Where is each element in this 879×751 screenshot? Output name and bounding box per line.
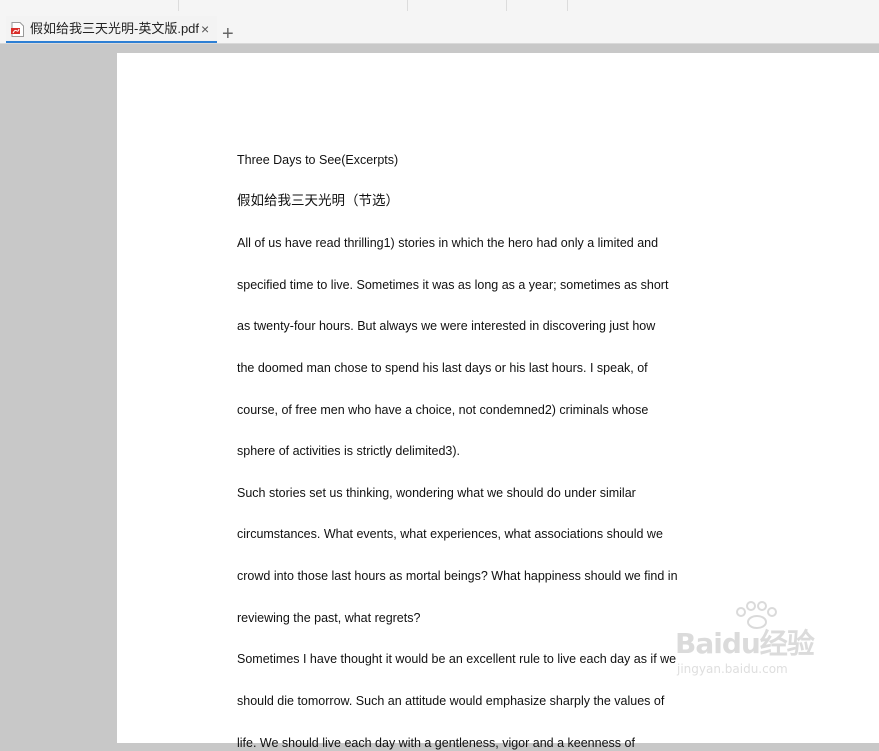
toolbar-divider (178, 0, 179, 11)
text-line: Such stories set us thinking, wondering … (237, 486, 636, 500)
close-tab-icon[interactable]: × (201, 20, 209, 38)
text-line: should die tomorrow. Such an attitude wo… (237, 694, 665, 708)
tab-bar: 假如给我三天光明-英文版.pdf × + (0, 11, 879, 44)
pdf-file-icon (11, 22, 24, 37)
text-line: as twenty-four hours. But always we were… (237, 319, 656, 333)
top-strip (0, 0, 879, 11)
text-line: crowd into those last hours as mortal be… (237, 569, 678, 583)
toolbar-divider (407, 0, 408, 11)
document-tab[interactable]: 假如给我三天光明-英文版.pdf × (6, 16, 217, 43)
text-line: course, of free men who have a choice, n… (237, 403, 649, 417)
text-line: reviewing the past, what regrets? (237, 611, 421, 625)
text-line: sphere of activities is strictly delimit… (237, 444, 460, 458)
text-line: circumstances. What events, what experie… (237, 527, 663, 541)
document-title-zh: 假如给我三天光明（节选） (237, 193, 399, 209)
new-tab-button[interactable]: + (222, 24, 234, 44)
text-line: the doomed man chose to spend his last d… (237, 361, 648, 375)
baidu-watermark: Baidu经验 jingyan.baidu.com (675, 600, 835, 710)
text-line: Sometimes I have thought it would be an … (237, 652, 677, 666)
text-line: life. We should live each day with a gen… (237, 736, 635, 750)
text-line: All of us have read thrilling1) stories … (237, 236, 659, 250)
toolbar-divider (567, 0, 568, 11)
watermark-url: jingyan.baidu.com (677, 662, 788, 676)
watermark-logo: Baidu经验 (675, 627, 815, 660)
text-line: specified time to live. Sometimes it was… (237, 278, 669, 292)
toolbar-divider (506, 0, 507, 11)
document-title-en: Three Days to See(Excerpts) (237, 153, 399, 167)
tab-title: 假如给我三天光明-英文版.pdf (30, 21, 200, 36)
